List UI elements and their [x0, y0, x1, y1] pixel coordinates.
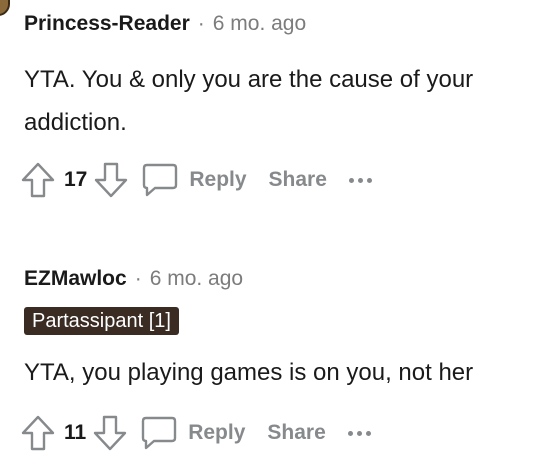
more-options-button[interactable]	[348, 158, 372, 202]
speech-bubble-icon	[140, 415, 178, 451]
arrow-up-outline-icon	[21, 162, 55, 198]
avatar[interactable]	[0, 0, 10, 16]
downvote-button[interactable]	[91, 158, 131, 202]
user-flair: Partassipant [1]	[24, 307, 179, 335]
more-options-button[interactable]	[347, 411, 371, 455]
ellipsis-icon	[347, 430, 353, 436]
ellipsis-icon	[365, 430, 371, 436]
arrow-down-outline-icon	[95, 162, 128, 198]
comment-actions: 17 Reply Share	[18, 158, 372, 202]
speech-bubble-icon	[141, 162, 179, 198]
vote-score: 11	[64, 421, 87, 444]
arrow-down-outline-icon	[94, 415, 127, 451]
upvote-button[interactable]	[18, 411, 58, 455]
comment-actions: 11 Reply Share	[18, 411, 371, 455]
reply-label: Reply	[189, 168, 247, 191]
arrow-up-outline-icon	[21, 415, 55, 451]
comment-body-line: YTA, you playing games is on you, not he…	[24, 359, 474, 386]
comment-timestamp[interactable]: 6 mo. ago	[213, 12, 306, 36]
upvote-button[interactable]	[18, 158, 58, 202]
comment-meta: EZMawloc · 6 mo. ago	[24, 267, 243, 291]
comment-body: YTA, you playing games is on you, not he…	[24, 351, 554, 394]
comment-timestamp[interactable]: 6 mo. ago	[150, 267, 243, 291]
ellipsis-icon	[356, 430, 362, 436]
comment-body-line: YTA. You & only you are the cause of you…	[24, 66, 474, 93]
reply-label: Reply	[188, 421, 246, 444]
author-name[interactable]: Princess-Reader	[24, 12, 190, 36]
meta-separator: ·	[197, 12, 205, 35]
share-button[interactable]: Share	[269, 168, 327, 192]
ellipsis-icon	[357, 177, 363, 183]
reply-button[interactable]: Reply	[141, 162, 247, 198]
share-button[interactable]: Share	[267, 421, 325, 445]
reply-button[interactable]: Reply	[140, 415, 245, 451]
ellipsis-icon	[348, 177, 354, 183]
author-name[interactable]: EZMawloc	[24, 267, 127, 291]
ellipsis-icon	[366, 177, 372, 183]
meta-separator: ·	[134, 267, 142, 290]
comment-body-line: addiction.	[24, 109, 127, 136]
downvote-button[interactable]	[90, 411, 130, 455]
comment-meta: Princess-Reader · 6 mo. ago	[24, 12, 306, 36]
comment-body: YTA. You & only you are the cause of you…	[24, 58, 554, 144]
vote-score: 17	[64, 168, 88, 191]
